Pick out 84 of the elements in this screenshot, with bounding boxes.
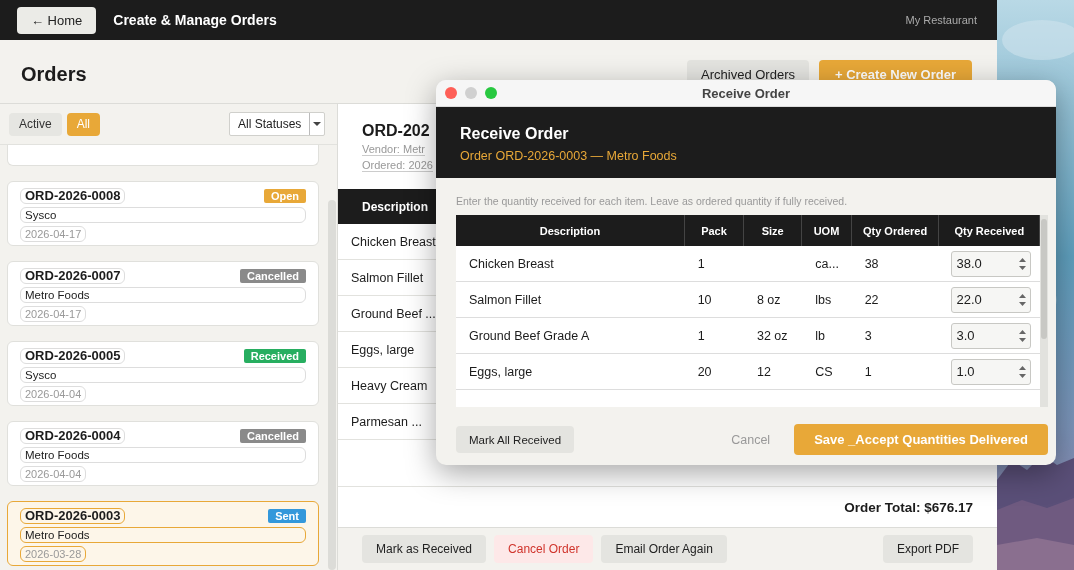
action-button[interactable]: Mark as Received (362, 535, 487, 563)
order-card[interactable]: ORD-2026-0007 Cancelled Metro Foods 2026-04-17 (7, 261, 319, 326)
quantity-field[interactable]: 3.0 (950, 322, 1031, 349)
table-cell: CS (815, 364, 833, 379)
quantity-field[interactable]: 1.0 (950, 358, 1031, 385)
table-cell: Chicken Breast (469, 256, 554, 271)
table-cell: lbs (815, 292, 832, 307)
restaurant-name: My Restaurant (905, 14, 977, 26)
mark-all-button[interactable]: Mark All Received (456, 426, 575, 453)
column-header: Qty Ordered (851, 215, 940, 246)
column-header: Description (456, 215, 685, 246)
order-card[interactable]: ORD-2026-0005 Received Sysco 2026-04-04 (7, 341, 319, 406)
order-date: 2026-04-17 (20, 306, 87, 322)
vendor-name: Metro Foods (20, 447, 306, 463)
table-cell: Ground Beef ... (351, 306, 436, 321)
home-button[interactable]: ← Home (17, 6, 97, 34)
action-button[interactable]: Export PDF (883, 535, 973, 563)
status-badge: Cancelled (240, 429, 306, 443)
ordered-date: Ordered: 2026 (362, 159, 433, 172)
instruction-text: Enter the quantity received for each item. Leave as ordered quantity if fully received. (456, 195, 848, 207)
close-icon[interactable] (445, 87, 457, 99)
table-cell: 3 (864, 328, 872, 343)
status-badge: Open (263, 189, 306, 203)
table-cell: 8 oz (756, 292, 781, 307)
vendor-label: Vendor: Metr (362, 143, 425, 156)
table-cell: Heavy Cream (351, 378, 428, 393)
column-header: UOM (802, 215, 852, 246)
dialog-title: Receive Order (460, 125, 569, 143)
order-card[interactable]: ORD-2026-0008 Open Sysco 2026-04-17 (7, 181, 319, 246)
table-cell: 20 (697, 364, 712, 379)
filter-tab[interactable]: Active (9, 112, 62, 136)
table-cell: 12 (756, 364, 771, 379)
table-cell: Salmon Fillet (351, 270, 424, 285)
table-cell: Chicken Breast (351, 234, 436, 249)
action-button[interactable]: Cancel Order (494, 535, 594, 563)
table-cell: 32 oz (756, 328, 788, 343)
table-cell: 22 (864, 292, 879, 307)
app-title: Create & Manage Orders (113, 12, 277, 28)
table-cell: 10 (697, 292, 712, 307)
table-cell: Parmesan ... (351, 414, 422, 429)
table-cell: Ground Beef Grade A (469, 328, 590, 343)
order-card[interactable]: ORD-2026-0004 Cancelled Metro Foods 2026-04-04 (7, 421, 319, 486)
zoom-icon[interactable] (485, 87, 497, 99)
table-cell: Salmon Fillet (469, 292, 542, 307)
table-cell: Eggs, large (351, 342, 415, 357)
vendor-name: Metro Foods (20, 527, 306, 543)
order-id: ORD-2026-0004 (20, 428, 126, 444)
order-id: ORD-2026-0007 (20, 268, 126, 284)
dialog-subtitle: Order ORD-2026-0003 — Metro Foods (460, 149, 677, 163)
quantity-field[interactable]: 22.0 (950, 286, 1031, 313)
action-button[interactable]: Email Order Again (601, 535, 727, 563)
status-dropdown[interactable]: All Statuses (229, 112, 325, 136)
table-cell: 1 (864, 364, 872, 379)
status-badge: Sent (268, 509, 306, 523)
vendor-name: Sysco (20, 367, 306, 383)
status-badge: Cancelled (240, 269, 306, 283)
table-cell: ca... (815, 256, 839, 271)
order-date: 2026-04-04 (20, 386, 87, 402)
order-title: ORD-202 (362, 122, 430, 140)
order-total: Order Total: $676.17 (844, 499, 973, 515)
vendor-name: Sysco (20, 207, 306, 223)
table-cell: 38 (864, 256, 879, 271)
table-cell: 1 (697, 256, 705, 271)
column-header: Pack (684, 215, 745, 246)
order-id: ORD-2026-0005 (20, 348, 126, 364)
order-id: ORD-2026-0003 (20, 508, 126, 524)
table-cell: Eggs, large (469, 364, 533, 379)
order-date: 2026-04-04 (20, 466, 87, 482)
order-date: 2026-03-28 (20, 546, 87, 562)
page-title: Orders (21, 63, 87, 86)
order-date: 2026-04-17 (20, 226, 87, 242)
quantity-field[interactable]: 38.0 (950, 250, 1031, 277)
table-cell: lb (815, 328, 825, 343)
vendor-name: Metro Foods (20, 287, 306, 303)
status-badge: Received (243, 349, 306, 363)
minimize-icon[interactable] (465, 87, 477, 99)
column-header: Description (362, 199, 428, 214)
order-id: ORD-2026-0008 (20, 188, 126, 204)
order-card[interactable]: ORD-2026-0003 Sent Metro Foods 2026-03-28 (7, 501, 319, 566)
dropdown-arrow-icon[interactable] (309, 113, 324, 135)
table-cell: 1 (697, 328, 705, 343)
scrollbar[interactable] (1040, 215, 1048, 407)
window-title: Receive Order (701, 85, 791, 101)
column-header: Size (744, 215, 803, 246)
